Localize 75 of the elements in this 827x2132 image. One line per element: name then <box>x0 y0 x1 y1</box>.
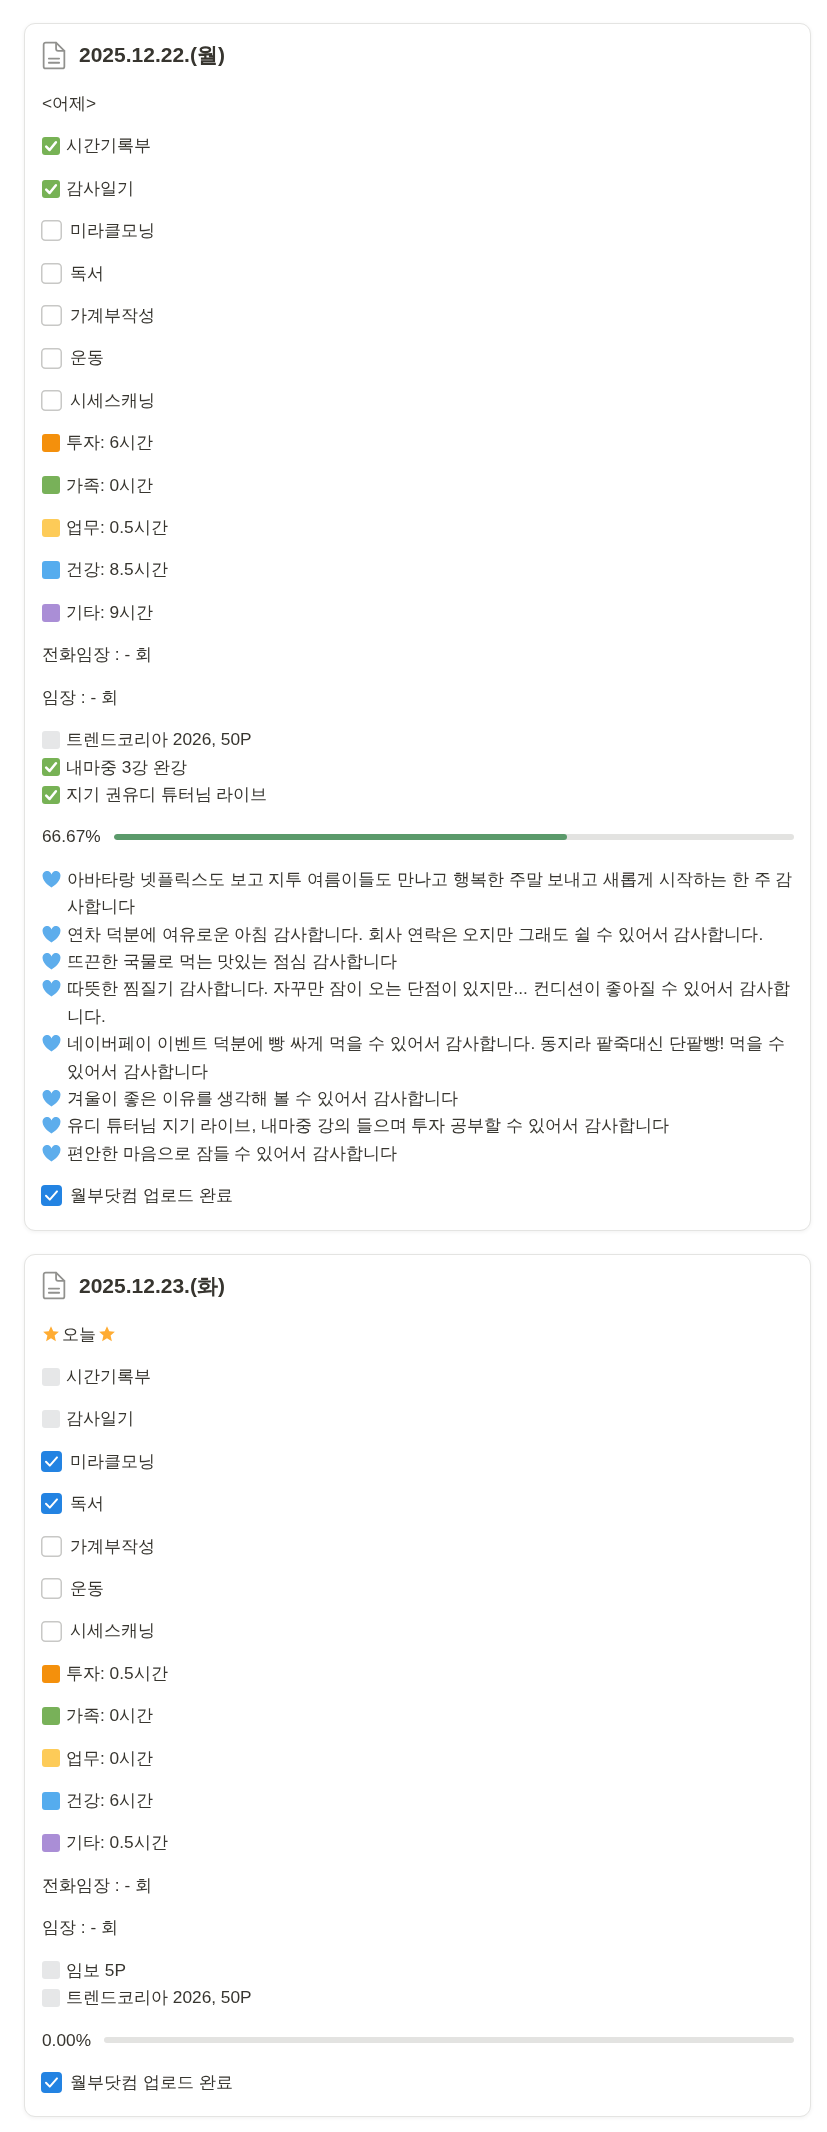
property-text: 전화임장 : - 회 <box>42 643 152 667</box>
checkbox-label: 가계부작성 <box>70 304 155 328</box>
property-text: 임장 : - 회 <box>42 685 118 709</box>
reading-item: 지기 권유디 튜터님 라이브 <box>66 782 268 806</box>
checkbox-label: 월부닷컴 업로드 완료 <box>70 1184 233 1208</box>
checkbox[interactable] <box>41 2072 62 2094</box>
heart-icon <box>42 1035 61 1053</box>
gratitude-text: 겨울이 좋은 이유를 생각해 볼 수 있어서 감사합니다 <box>67 1086 459 1110</box>
category-label: 건강: 6시간 <box>66 1789 154 1813</box>
gratitude-text: 편안한 마음으로 잠들 수 있어서 감사합니다 <box>67 1141 398 1165</box>
property-text: 임장 : - 회 <box>42 1916 118 1940</box>
checkbox-label: 월부닷컴 업로드 완료 <box>70 2070 233 2094</box>
gratitude-text: 뜨끈한 국물로 먹는 맛있는 점심 감사합니다 <box>67 949 398 973</box>
heart-icon <box>42 1144 61 1162</box>
category-label: 기타: 0.5시간 <box>66 1831 168 1855</box>
checkbox-label: 미라클모닝 <box>70 219 155 243</box>
page-title: 2025.12.23.(화) <box>79 1272 225 1299</box>
section-label: 오늘 <box>62 1322 96 1346</box>
checkbox-label: 가계부작성 <box>70 1534 155 1558</box>
checkbox-label: 미라클모닝 <box>70 1449 155 1473</box>
document-icon <box>42 1271 66 1301</box>
checkbox[interactable] <box>41 1493 62 1515</box>
gratitude-text: 따뜻한 찜질기 감사합니다. 자꾸만 잠이 오는 단점이 있지만... 컨디션이 좋아질 수 있어서 감사합니다. <box>67 977 791 1028</box>
star-icon <box>42 1325 60 1344</box>
category-label: 업무: 0시간 <box>66 1746 154 1770</box>
property-text: <어제> <box>42 92 97 115</box>
page-card[interactable] <box>24 23 811 1231</box>
property-text: 전화임장 : - 회 <box>42 1873 152 1897</box>
checkbox-label: 운동 <box>70 346 104 370</box>
page-card[interactable]: 2025.12.23.(화) 오늘 시간기록부 감사일기 미라클모닝 독서 가계부작성 운동 시세스캐닝 투자: 0.5시간 가족: 0시간 업무: 0시간 건강: 6시간 기타: 0.5시간 전화임장 : - 회 임장 : - 회 임보 5P 트렌드코리아 2026, 50P 0.00% 월부닷컴 업로드 완료 <box>24 1253 811 2118</box>
star-icon <box>98 1325 116 1344</box>
page-title: 2025.12.22.(월) <box>79 42 225 68</box>
category-label: 투자: 6시간 <box>66 431 154 455</box>
reading-item: 트렌드코리아 2026, 50P <box>66 728 252 752</box>
heart-icon <box>42 1089 61 1107</box>
gratitude-text: 네이버페이 이벤트 덕분에 빵 싸게 먹을 수 있어서 감사합니다. 동지라 팥죽대신 단팥빵! 먹을 수 있어서 감사합니다 <box>67 1032 787 1083</box>
gratitude-text: 연차 덕분에 여유로운 아침 감사합니다. 회사 연락은 오지만 그래도 쉴 수 있어서 감사합니다. <box>67 922 765 946</box>
checkbox-label: 독서 <box>70 261 104 285</box>
document-icon <box>42 40 66 70</box>
gratitude-text: 유디 튜터님 지기 라이브, 내마중 강의 들으며 투자 공부할 수 있어서 감사합니다 <box>67 1114 670 1138</box>
heart-icon <box>42 980 61 998</box>
checkbox[interactable] <box>41 220 62 242</box>
checkbox[interactable] <box>41 1620 62 1642</box>
habit-label: 시간기록부 <box>66 1365 151 1388</box>
heart-icon <box>42 952 61 970</box>
reading-item: 내마중 3강 완강 <box>66 755 188 779</box>
checkbox-label: 시세스캐닝 <box>70 388 155 412</box>
category-label: 기타: 9시간 <box>66 600 154 624</box>
checkbox-label: 독서 <box>70 1492 104 1516</box>
reading-item: 임보 5P <box>66 1958 126 1982</box>
heart-icon <box>42 925 61 943</box>
reading-item: 트렌드코리아 2026, 50P <box>66 1986 252 2010</box>
category-label: 투자: 0.5시간 <box>66 1661 168 1685</box>
gratitude-text: 아바타랑 넷플릭스도 보고 지투 여름이들도 만나고 행복한 주말 보내고 새롭게 시작하는 한 주 감사합니다 <box>67 867 794 919</box>
checkbox-label: 시세스캐닝 <box>70 1619 155 1643</box>
checkbox[interactable] <box>41 1578 62 1600</box>
category-label: 가족: 0시간 <box>66 1704 154 1728</box>
checkbox-label: 운동 <box>70 1577 104 1601</box>
category-label: 가족: 0시간 <box>66 473 154 497</box>
checkbox[interactable] <box>41 262 62 284</box>
checkbox[interactable] <box>41 1185 62 1207</box>
category-label: 업무: 0.5시간 <box>66 516 168 540</box>
heart-icon <box>42 1117 61 1135</box>
habit-label: 감사일기 <box>66 176 134 200</box>
habit-label: 시간기록부 <box>66 134 151 158</box>
habit-label: 감사일기 <box>66 1407 134 1431</box>
checkbox[interactable] <box>41 305 62 327</box>
checkbox[interactable] <box>41 347 62 369</box>
checkbox[interactable] <box>41 390 62 412</box>
progress-percent: 66.67% <box>42 825 101 849</box>
checkbox[interactable] <box>41 1535 62 1557</box>
heart-icon <box>42 870 61 888</box>
category-label: 건강: 8.5시간 <box>66 558 168 582</box>
progress-percent: 0.00% <box>42 2028 91 2052</box>
checkbox[interactable] <box>41 1451 62 1472</box>
